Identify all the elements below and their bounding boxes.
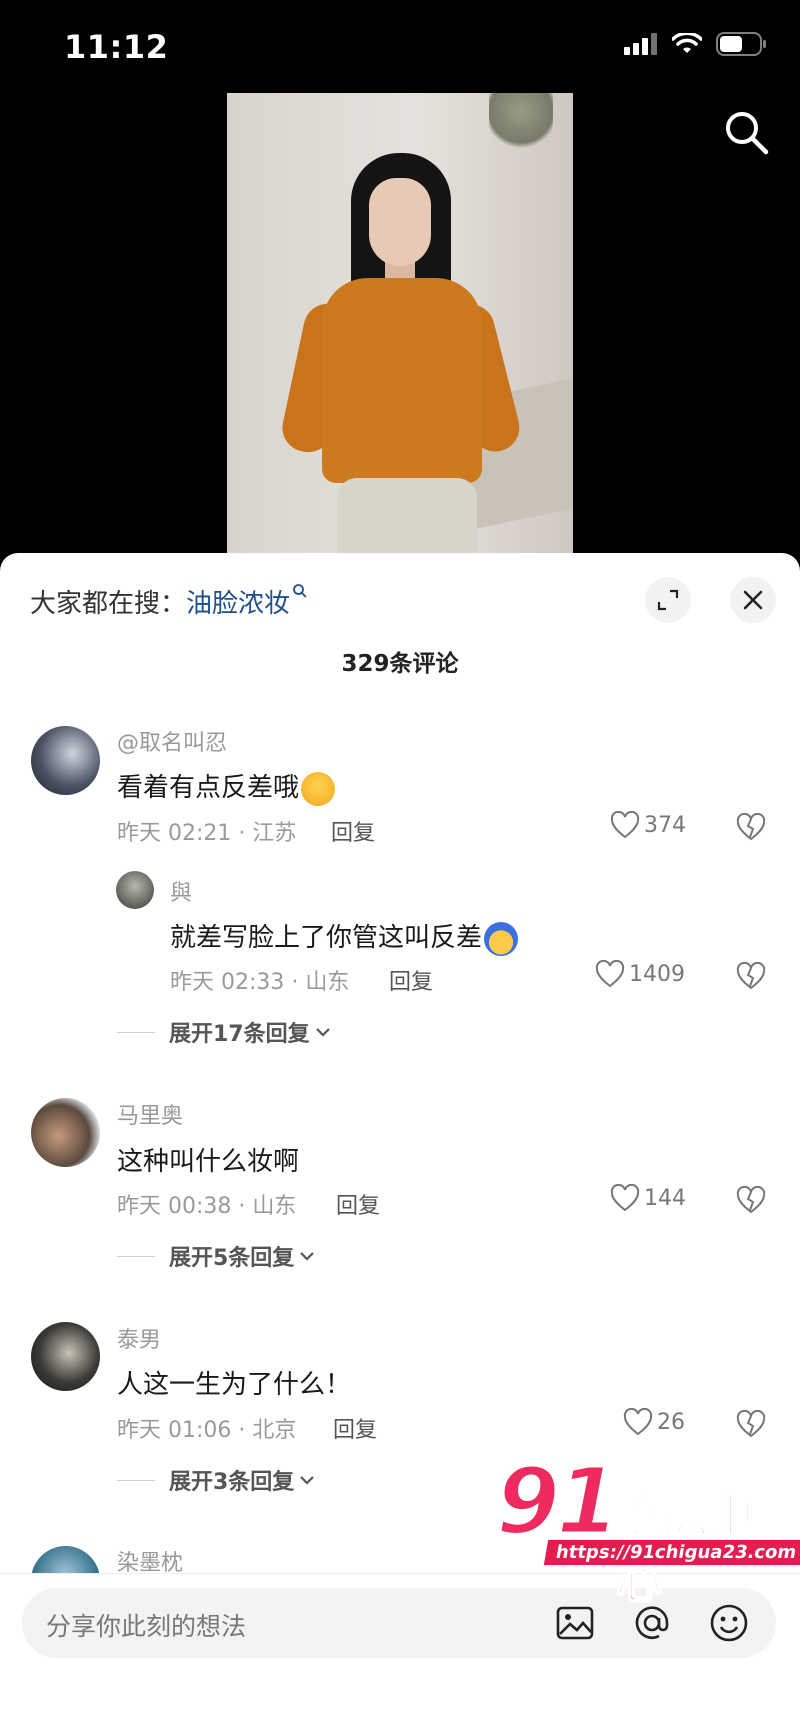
- watermark-number: 91: [494, 1447, 621, 1557]
- search-icon[interactable]: [722, 108, 770, 156]
- wifi-icon: [672, 33, 702, 53]
- like-button[interactable]: 144: [610, 1184, 686, 1212]
- close-icon: [743, 590, 763, 610]
- avatar[interactable]: [31, 1098, 100, 1167]
- comment-text-content: 看着有点反差哦: [117, 773, 300, 803]
- like-count: 144: [644, 1185, 686, 1211]
- divider: [117, 1255, 155, 1257]
- divider: [117, 1031, 155, 1033]
- comment-text: 这种叫什么妆啊: [117, 1147, 300, 1177]
- trending-keyword[interactable]: 油脸浓妆: [186, 589, 290, 619]
- comment-author[interactable]: 马里奥: [117, 1098, 183, 1130]
- expand-replies-label: 展开5条回复: [169, 1246, 295, 1271]
- chevron-down-icon: [300, 1252, 315, 1261]
- reply-meta: 昨天 02:33 · 山东: [170, 970, 350, 995]
- reply-text-content: 就差写脸上了你管这叫反差: [170, 923, 483, 953]
- expand-button[interactable]: [645, 577, 691, 623]
- comment-meta: 昨天 01:06 · 北京: [117, 1418, 297, 1443]
- comment-author[interactable]: @取名叫忍: [117, 725, 227, 757]
- like-count: 374: [644, 812, 686, 838]
- video-figure-face: [369, 178, 431, 266]
- avatar[interactable]: [31, 726, 100, 795]
- video-figure-pants: [337, 478, 477, 553]
- heart-icon: [610, 811, 640, 839]
- heart-icon: [623, 1408, 653, 1436]
- heart-icon: [610, 1184, 640, 1212]
- reply-avatar[interactable]: [116, 871, 154, 909]
- reply-author[interactable]: 與: [170, 875, 192, 907]
- signal-icon: [624, 33, 657, 55]
- image-icon[interactable]: [554, 1602, 596, 1644]
- close-button[interactable]: [730, 577, 776, 623]
- divider: [117, 1479, 155, 1481]
- like-button[interactable]: 1409: [595, 960, 685, 988]
- video-figure-shirt: [322, 278, 482, 483]
- expand-replies-button[interactable]: 展开17条回复: [117, 1016, 332, 1048]
- expand-replies-button[interactable]: 展开5条回复: [117, 1240, 316, 1272]
- avatar[interactable]: [31, 1322, 100, 1391]
- broken-heart-icon[interactable]: [736, 1186, 766, 1214]
- broken-heart-icon[interactable]: [736, 962, 766, 990]
- exploding-head-emoji-icon: [484, 921, 519, 956]
- expand-replies-button[interactable]: 展开3条回复: [117, 1464, 316, 1496]
- reply-button[interactable]: 回复: [389, 964, 433, 996]
- reply-button[interactable]: 回复: [333, 1412, 377, 1444]
- reply-button[interactable]: 回复: [331, 815, 375, 847]
- like-button[interactable]: 374: [610, 811, 686, 839]
- status-time: 11:12: [64, 28, 169, 66]
- reply-text: 就差写脸上了你管这叫反差: [170, 917, 519, 956]
- comment-input-placeholder: 分享你此刻的想法: [46, 1612, 247, 1641]
- search-mini-icon: [293, 584, 307, 598]
- expand-icon: [657, 589, 679, 611]
- expand-replies-label: 展开17条回复: [169, 1022, 310, 1047]
- comment-text: 看着有点反差哦: [117, 767, 336, 806]
- watermark-url: https://91chigua23.com: [543, 1540, 800, 1565]
- video-frame[interactable]: [227, 93, 573, 553]
- status-bar: 11:12: [0, 0, 800, 92]
- comment-author[interactable]: 泰男: [117, 1322, 161, 1354]
- broken-heart-icon[interactable]: [736, 813, 766, 841]
- like-button[interactable]: 26: [623, 1408, 685, 1436]
- comment-meta: 昨天 02:21 · 江苏: [117, 821, 297, 846]
- battery-icon: [716, 32, 766, 56]
- trending-search[interactable]: 大家都在搜：油脸浓妆: [30, 583, 308, 620]
- chevron-down-icon: [300, 1476, 315, 1485]
- comment-meta: 昨天 00:38 · 山东: [117, 1194, 297, 1219]
- reply-button[interactable]: 回复: [336, 1188, 380, 1220]
- expand-replies-label: 展开3条回复: [169, 1470, 295, 1495]
- comments-count: 329条评论: [341, 651, 459, 677]
- system-icons: [624, 32, 768, 56]
- watermark: 91 吃瓜中心 https://91chigua23.com: [494, 1447, 800, 1610]
- trending-prefix: 大家都在搜：: [30, 589, 187, 619]
- chevron-down-icon: [315, 1028, 330, 1037]
- wall-wreath: [489, 93, 553, 153]
- smirk-emoji-icon: [301, 771, 336, 806]
- heart-icon: [595, 960, 625, 988]
- broken-heart-icon[interactable]: [736, 1410, 766, 1438]
- like-count: 1409: [629, 961, 685, 987]
- like-count: 26: [657, 1409, 685, 1435]
- comment-text: 人这一生为了什么！: [117, 1370, 352, 1400]
